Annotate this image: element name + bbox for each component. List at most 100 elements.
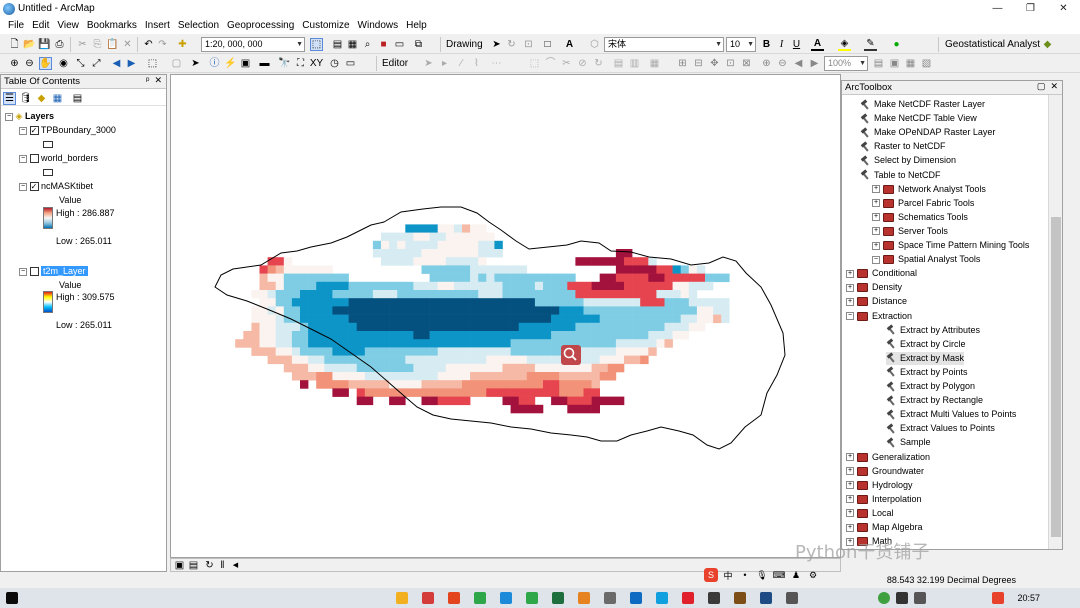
toc-pin-icon[interactable]: ᵖ [146, 75, 149, 85]
fixed-zoom-in-icon[interactable]: ⊕ [760, 57, 773, 70]
geostatistical-analyst-menu[interactable]: Geostatistical Analyst [945, 38, 1040, 51]
menu-customize[interactable]: Customize [298, 20, 353, 31]
edit-tool-icon[interactable]: ➤ [422, 57, 435, 70]
expand-icon[interactable]: + [846, 467, 854, 476]
line-color-icon[interactable]: ✎ [864, 38, 877, 51]
toolbox-item[interactable]: + Map Algebra [846, 521, 923, 534]
cut-polygons-icon[interactable]: ✂ [560, 57, 573, 70]
measure-icon[interactable]: ▬ [258, 57, 271, 70]
ime-mode-icon[interactable]: 中 [721, 568, 735, 582]
rotate-icon[interactable]: ↻ [592, 57, 605, 70]
toolbox-item[interactable]: Raster to NetCDF [860, 140, 946, 153]
toolbox-item[interactable]: + Schematics Tools [872, 211, 968, 224]
html-popup-icon[interactable]: ▣ [239, 57, 252, 70]
layout-zoom-out-icon[interactable]: ⊟ [692, 57, 705, 70]
layer-visibility-checkbox[interactable]: ✓ [29, 182, 39, 192]
expand-icon[interactable]: + [846, 509, 854, 518]
toolbox-item[interactable]: + Network Analyst Tools [872, 183, 986, 196]
editor-menu[interactable]: Editor [382, 57, 408, 70]
edit-vertices-icon[interactable]: ⬡ [588, 38, 601, 51]
trace-icon[interactable]: ⌇ [470, 57, 483, 70]
new-document-icon[interactable]: 🗋 [8, 38, 21, 51]
ime-settings-icon[interactable]: ⚙ [806, 568, 820, 582]
list-by-selection-icon[interactable]: ▦ [51, 92, 64, 105]
menu-geoprocessing[interactable]: Geoprocessing [223, 20, 298, 31]
raster-map[interactable] [171, 75, 841, 558]
toolbox-item[interactable]: − Spatial Analyst Tools [872, 253, 980, 266]
expand-icon[interactable]: + [872, 213, 880, 222]
expand-icon[interactable]: + [846, 523, 854, 532]
toc-window-icon[interactable]: ▤ [331, 38, 344, 51]
toggle-draft-mode-icon[interactable]: ▤ [872, 57, 885, 70]
full-extent-icon[interactable]: ◉ [57, 57, 70, 70]
drawing-menu[interactable]: Drawing [446, 38, 483, 51]
catalog-window-icon[interactable]: ▦ [346, 38, 359, 51]
toolbox-item[interactable]: Extract by Polygon [886, 380, 975, 393]
toolbox-item[interactable]: Extract Multi Values to Points [886, 408, 1016, 421]
arctoolbox-window-icon[interactable]: ■ [377, 38, 390, 51]
sogou-ime-icon[interactable]: S [704, 568, 718, 582]
arctoolbox-scrollbar[interactable] [1048, 95, 1062, 549]
taskbar-app-icon[interactable] [604, 592, 616, 604]
fixed-zoom-out-icon[interactable]: ⊖ [776, 57, 789, 70]
back-extent-icon[interactable]: ◀ [110, 57, 123, 70]
tray-app-icon[interactable] [878, 592, 890, 604]
taskbar-app-icon[interactable] [656, 592, 668, 604]
toolbox-item[interactable]: + Conditional [846, 267, 917, 280]
toolbox-item[interactable]: + Groundwater [846, 465, 924, 478]
toc-options-icon[interactable]: ▤ [71, 92, 84, 105]
collapse-icon[interactable]: − [5, 112, 13, 121]
menu-help[interactable]: Help [402, 20, 431, 31]
zoom-100-icon[interactable]: ⊠ [740, 57, 753, 70]
tray-sogou-icon[interactable] [992, 592, 1004, 604]
toolbox-item[interactable]: Extract by Mask [886, 351, 965, 365]
map-view[interactable] [170, 74, 841, 558]
layout-zoom-in-icon[interactable]: ⊞ [676, 57, 689, 70]
search-window-icon[interactable]: ⌕ [361, 38, 374, 51]
font-color-icon[interactable]: A [811, 38, 824, 51]
forward-extent-icon[interactable]: ▶ [125, 57, 138, 70]
model-builder-icon[interactable]: ⧉ [412, 38, 425, 51]
toolbox-item[interactable]: Select by Dimension [860, 154, 956, 167]
taskbar-app-icon[interactable] [526, 592, 538, 604]
taskbar-app-icon[interactable] [708, 592, 720, 604]
scrollbar-thumb[interactable] [1051, 217, 1061, 537]
scroll-left-icon[interactable]: ◀ [229, 559, 242, 572]
font-size-combo[interactable]: 10 ▼ [726, 37, 756, 52]
list-by-drawing-order-icon[interactable]: ☰ [3, 92, 16, 105]
find-icon[interactable]: 🔭 [278, 57, 291, 70]
toolbox-item[interactable]: Table to NetCDF [860, 169, 941, 182]
paste-icon[interactable]: 📋 [106, 38, 119, 51]
undo-icon[interactable]: ↶ [142, 38, 155, 51]
expand-icon[interactable]: + [872, 241, 880, 250]
font-name-combo[interactable]: 宋体 ▼ [604, 37, 724, 52]
italic-button[interactable]: I [775, 38, 788, 51]
rotate-icon[interactable]: ↻ [505, 38, 518, 51]
editor-toolbar-icon[interactable]: ⬚ [310, 38, 323, 51]
hyperlink-icon[interactable]: ⚡ [224, 57, 237, 70]
list-by-source-icon[interactable]: 🛢 [19, 92, 32, 105]
print-icon[interactable]: ⎙ [53, 38, 66, 51]
menu-insert[interactable]: Insert [141, 20, 174, 31]
forward-extent-icon[interactable]: ▶ [808, 57, 821, 70]
change-layout-icon[interactable]: ▦ [904, 57, 917, 70]
expand-icon[interactable]: + [872, 227, 880, 236]
back-extent-icon[interactable]: ◀ [792, 57, 805, 70]
taskbar-arcmap-icon[interactable] [760, 592, 772, 604]
collapse-icon[interactable]: − [19, 182, 27, 191]
close-button[interactable]: ✕ [1047, 0, 1080, 17]
select-features-icon[interactable]: ⬚ [146, 57, 159, 70]
expand-icon[interactable]: + [846, 269, 854, 278]
bold-button[interactable]: B [760, 38, 773, 51]
menu-selection[interactable]: Selection [174, 20, 223, 31]
text-tool-button[interactable]: A [563, 38, 576, 51]
menu-bookmarks[interactable]: Bookmarks [83, 20, 141, 31]
windows-start-icon[interactable] [6, 592, 18, 604]
minimize-button[interactable]: — [981, 0, 1014, 17]
taskbar-excel-icon[interactable] [552, 592, 564, 604]
layer-world-borders[interactable]: − world_borders [19, 152, 98, 164]
taskbar-app-icon[interactable] [734, 592, 746, 604]
straight-segment-icon[interactable]: ∕ [455, 57, 468, 70]
layers-root[interactable]: − ◈ Layers [5, 110, 54, 122]
tray-app-icon[interactable] [896, 592, 908, 604]
